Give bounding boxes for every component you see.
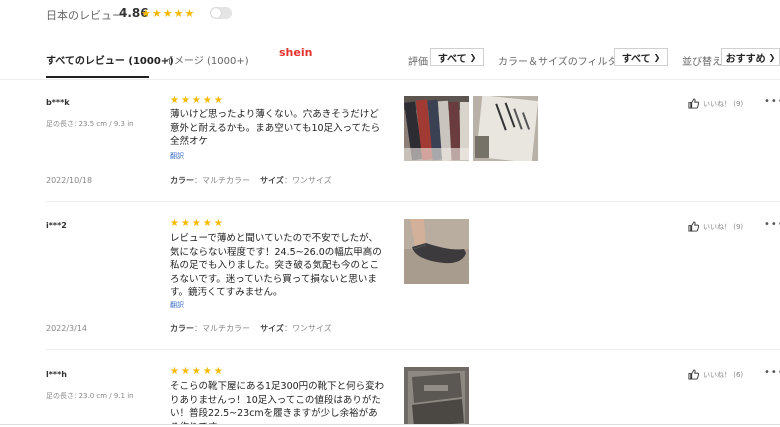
review-card: l***h 足の長さ: 23.0 cm / 9.1 in ★★★★★ そこらの靴…: [0, 0, 780, 424]
like-button[interactable]: いいね！ (6): [688, 369, 743, 380]
review-photo[interactable]: [404, 367, 469, 424]
reviewer-name: l***h: [46, 370, 67, 379]
review-stars: ★★★★★: [170, 366, 225, 377]
foot-length: 足の長さ: 23.0 cm / 9.1 in: [46, 392, 134, 400]
like-count: いいね！ (6): [703, 370, 744, 379]
socks-pack-image: [404, 367, 469, 424]
viewport-bottom-edge: [0, 424, 780, 425]
more-options-icon[interactable]: •••: [764, 367, 780, 378]
review-text: そこらの靴下屋にある1足300円の靴下と何ら変わりありませんっ！10足入ってこの…: [170, 381, 385, 424]
thumbs-up-icon: [688, 369, 699, 380]
